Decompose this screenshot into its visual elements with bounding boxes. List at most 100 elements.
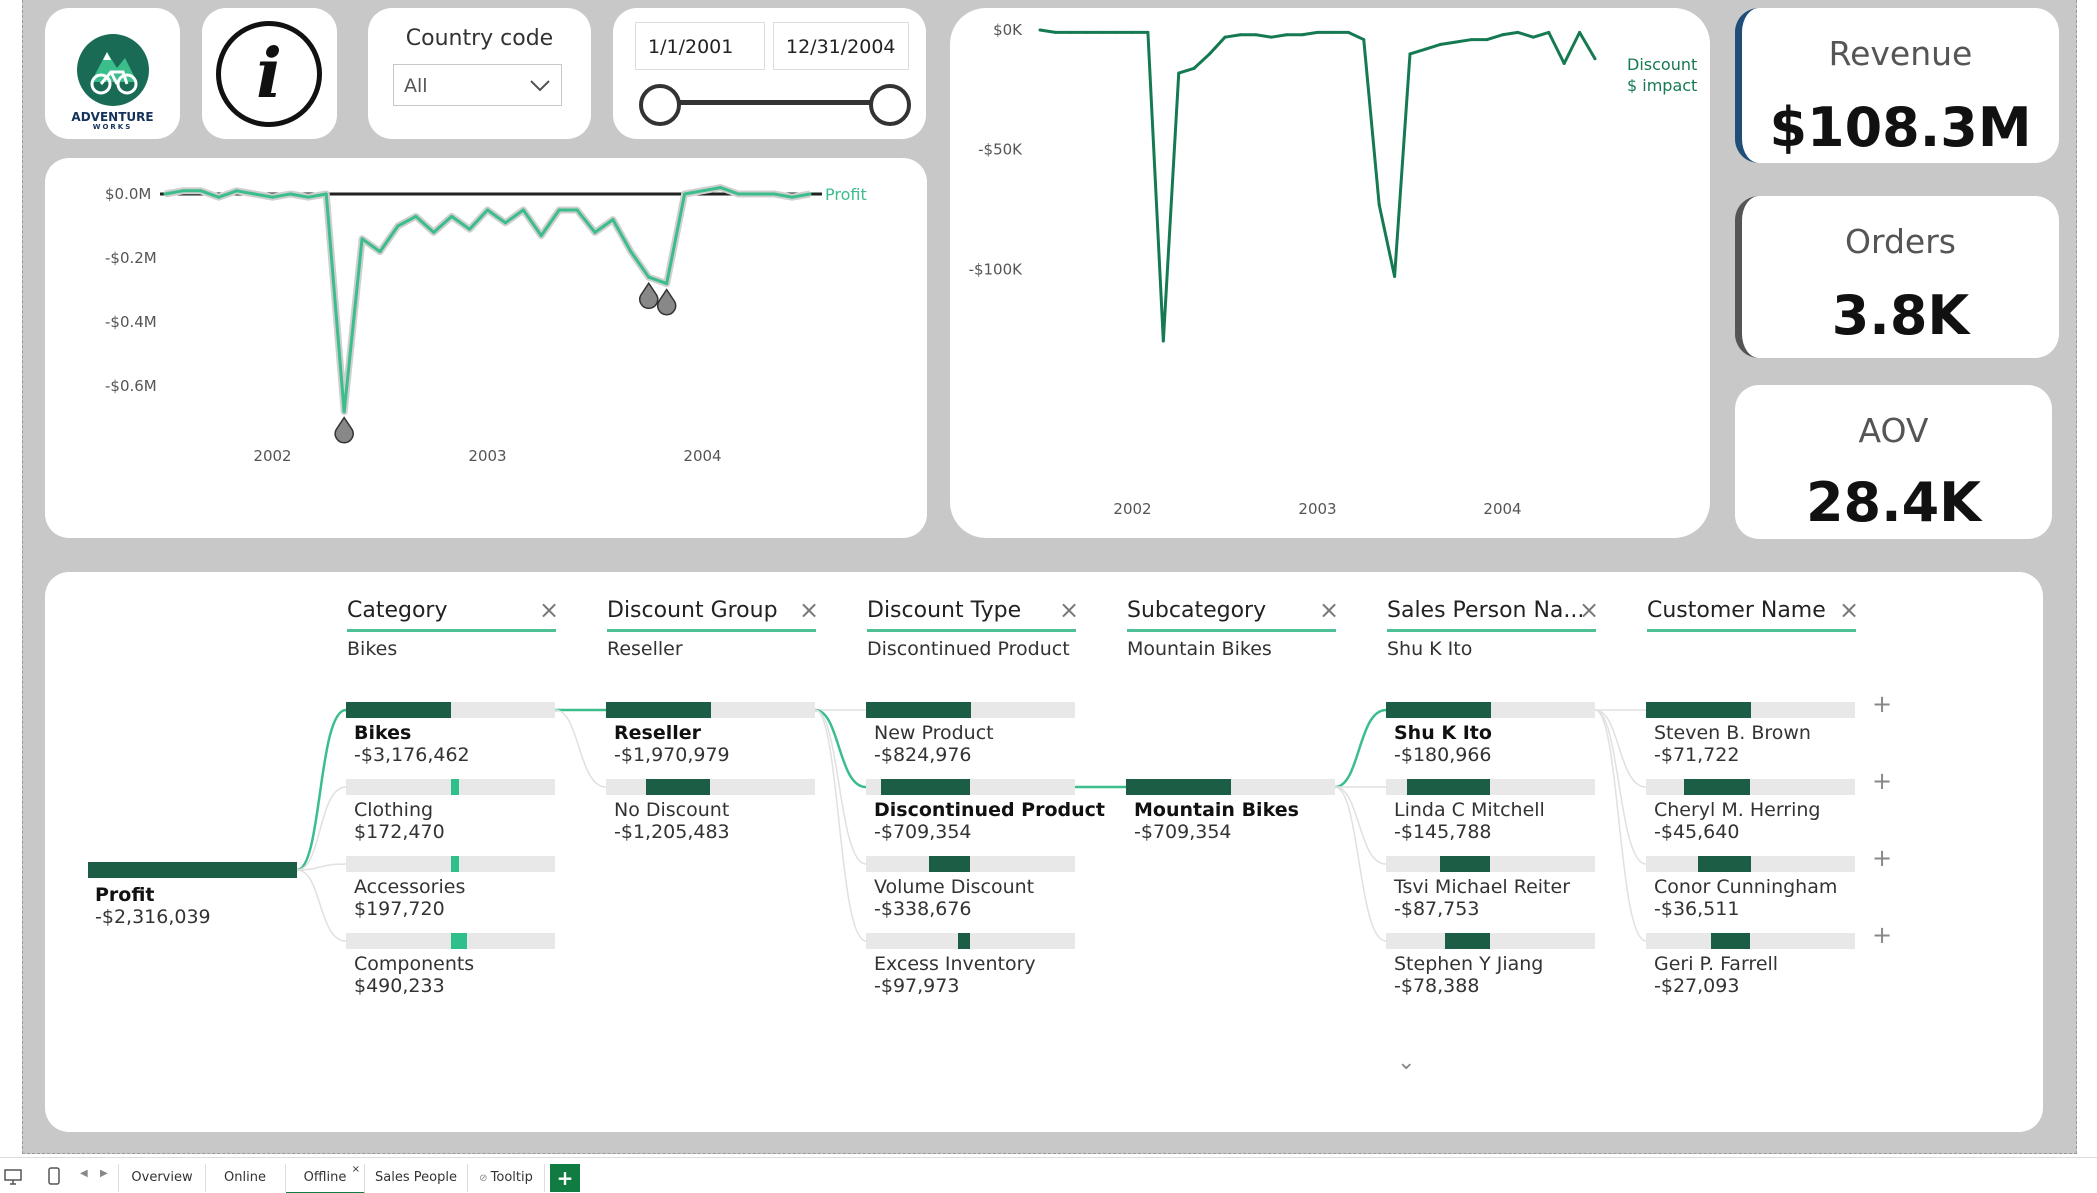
orders-card: Orders 3.8K [1735, 196, 2059, 358]
node-bar[interactable] [1126, 779, 1335, 795]
date-range-end-handle[interactable] [869, 84, 911, 126]
y-tick-label: -$0.2M [105, 249, 157, 267]
discount-data-point [1038, 28, 1042, 32]
discount-series-line [1039, 28, 1597, 343]
node-bar[interactable] [346, 933, 555, 949]
level-selected-value: Shu K Ito [1387, 638, 1473, 660]
level-header[interactable]: Sales Person Na... [1387, 598, 1584, 623]
profit-data-point [199, 189, 203, 193]
node-value: $490,233 [354, 975, 445, 997]
node-bar[interactable] [1646, 856, 1855, 872]
profit-data-point [611, 218, 615, 222]
tab-scroll-left-icon[interactable]: ◀ [80, 1168, 88, 1179]
tab-sales-people[interactable]: Sales People [365, 1164, 468, 1192]
close-icon[interactable]: × [1579, 596, 1599, 624]
date-range-start-handle[interactable] [639, 84, 681, 126]
level-header[interactable]: Customer Name [1647, 598, 1826, 623]
discount-data-point [1454, 40, 1458, 44]
expand-plus-icon[interactable]: + [1872, 921, 1892, 949]
discount-data-point [1485, 38, 1489, 42]
node-bar[interactable] [1646, 702, 1855, 718]
expand-plus-icon[interactable]: + [1872, 690, 1892, 718]
node-bar[interactable] [1386, 702, 1595, 718]
level-header[interactable]: Discount Group [607, 598, 778, 623]
discount-data-point [1423, 47, 1427, 51]
date-end-input[interactable]: 12/31/2004 [773, 22, 909, 70]
discount-data-point [1069, 30, 1073, 34]
profit-data-point [414, 214, 418, 218]
node-name: Bikes [354, 722, 412, 744]
profit-series-label: Profit [825, 185, 867, 204]
tab-tooltip[interactable]: ⊘ Tooltip [468, 1164, 545, 1192]
node-bar[interactable] [606, 779, 815, 795]
node-name: Cheryl M. Herring [1654, 799, 1821, 821]
close-tab-icon[interactable]: × [352, 1156, 360, 1184]
close-icon[interactable]: × [1059, 596, 1079, 624]
info-icon[interactable]: i [216, 21, 322, 127]
chevron-down-icon[interactable]: ⌄ [1397, 1050, 1415, 1075]
country-dropdown[interactable]: All [393, 64, 562, 106]
profit-data-point [468, 227, 472, 231]
expand-plus-icon[interactable]: + [1872, 767, 1892, 795]
close-icon[interactable]: × [539, 596, 559, 624]
node-name: Discontinued Product [874, 799, 1106, 821]
tab-scroll-right-icon[interactable]: ▶ [100, 1168, 108, 1179]
root-node-value: -$2,316,039 [95, 906, 211, 928]
node-bar[interactable] [346, 856, 555, 872]
anomaly-marker-icon [334, 416, 354, 444]
discount-data-point [1593, 57, 1597, 61]
node-bar[interactable] [866, 856, 1075, 872]
node-bar[interactable] [1646, 933, 1855, 949]
discount-data-point [1208, 52, 1212, 56]
node-bar[interactable] [866, 702, 1075, 718]
profit-data-point [701, 189, 704, 193]
level-header[interactable]: Subcategory [1127, 598, 1266, 623]
mobile-view-icon[interactable] [48, 1167, 60, 1185]
close-icon[interactable]: × [1839, 596, 1859, 624]
profit-data-point [450, 214, 454, 218]
logo-text-bottom: WORKS [92, 123, 133, 131]
node-bar[interactable] [1386, 856, 1595, 872]
level-header-underline [347, 629, 556, 632]
node-bar[interactable] [606, 702, 815, 718]
discount-data-point [1393, 274, 1397, 278]
level-header[interactable]: Discount Type [867, 598, 1021, 623]
x-tick-label: 2004 [1483, 500, 1521, 518]
date-start-input[interactable]: 1/1/2001 [635, 22, 765, 70]
node-value-fill [450, 779, 459, 795]
node-bar[interactable] [866, 779, 1075, 795]
node-bar[interactable] [1386, 779, 1595, 795]
node-bar[interactable] [346, 702, 555, 718]
profit-data-point [360, 237, 364, 241]
node-value-fill [1126, 779, 1231, 795]
discount-data-point [1100, 30, 1104, 34]
country-dropdown-value: All [404, 75, 428, 97]
info-card[interactable]: i [202, 8, 337, 139]
expand-plus-icon[interactable]: + [1872, 844, 1892, 872]
y-tick-label: $0K [993, 21, 1023, 39]
node-bar[interactable] [346, 779, 555, 795]
close-icon[interactable]: × [1319, 596, 1339, 624]
page-tab-bar: ◀ ▶ Overview Online Offline × Sales Peopl… [0, 1157, 2097, 1193]
tab-offline[interactable]: Offline × [286, 1164, 365, 1193]
discount-data-point [1547, 30, 1551, 34]
orders-value: 3.8K [1831, 284, 1970, 347]
node-bar[interactable] [1646, 779, 1855, 795]
discount-data-point [1377, 203, 1381, 207]
level-header[interactable]: Category [347, 598, 448, 623]
discount-data-point [1439, 42, 1443, 46]
tab-overview[interactable]: Overview [118, 1164, 206, 1192]
aov-title: AOV [1858, 411, 1929, 450]
node-value-fill [957, 933, 971, 949]
node-bar[interactable] [866, 933, 1075, 949]
close-icon[interactable]: × [799, 596, 819, 624]
node-value-fill [645, 779, 711, 795]
info-glyph: i [256, 34, 282, 114]
discount-data-point [1053, 30, 1057, 34]
add-page-button[interactable]: + [550, 1164, 580, 1192]
node-bar[interactable] [1386, 933, 1595, 949]
root-node-bar[interactable] [88, 862, 297, 878]
tab-online[interactable]: Online [205, 1164, 286, 1192]
node-value-fill [1440, 856, 1491, 872]
desktop-view-icon[interactable] [4, 1169, 22, 1185]
